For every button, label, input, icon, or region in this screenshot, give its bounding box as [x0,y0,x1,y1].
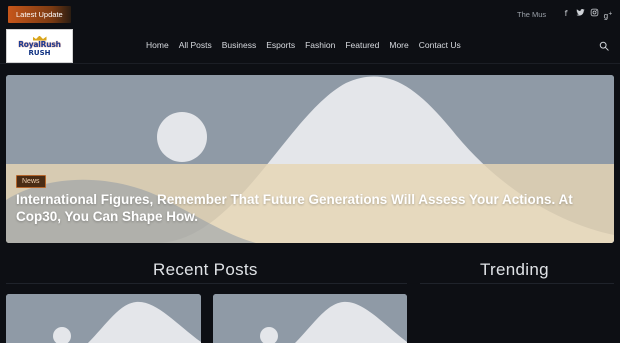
nav-item-home[interactable]: Home [146,40,169,50]
recent-post-card[interactable] [6,294,201,343]
site-logo[interactable]: RoyalRush RUSH [6,29,73,63]
nav-item-more[interactable]: More [389,40,408,50]
nav-item-all-posts[interactable]: All Posts [179,40,212,50]
twitter-icon[interactable] [575,8,585,20]
main-nav: Home All Posts Business Esports Fashion … [146,40,471,50]
facebook-icon[interactable]: f [561,8,571,20]
site-header: RoyalRush RUSH Home All Posts Business E… [0,28,620,64]
logo-text: RoyalRush [18,39,61,49]
placeholder-image [6,294,201,343]
section-divider [6,283,407,284]
recent-post-card[interactable] [213,294,407,343]
nav-item-fashion[interactable]: Fashion [305,40,335,50]
recent-posts-heading: Recent Posts [153,260,258,279]
section-divider [420,283,614,284]
crown-icon [32,35,47,41]
latest-update-button[interactable]: Latest Update [8,6,71,23]
featured-post-title[interactable]: International Figures, Remember That Fut… [16,191,596,225]
category-badge[interactable]: News [16,175,46,188]
nav-item-contact-us[interactable]: Contact Us [419,40,461,50]
google-plus-icon[interactable]: g+ [603,8,613,21]
nav-item-business[interactable]: Business [222,40,257,50]
instagram-icon[interactable] [589,8,599,20]
nav-item-esports[interactable]: Esports [266,40,295,50]
search-icon[interactable] [599,41,609,51]
trending-heading: Trending [480,260,549,279]
news-ticker[interactable]: The Mus [517,10,546,19]
top-bar: Latest Update The Mus f g+ [0,0,620,28]
nav-item-featured[interactable]: Featured [345,40,379,50]
logo-subtext: RUSH [28,48,51,57]
placeholder-image [213,294,407,343]
